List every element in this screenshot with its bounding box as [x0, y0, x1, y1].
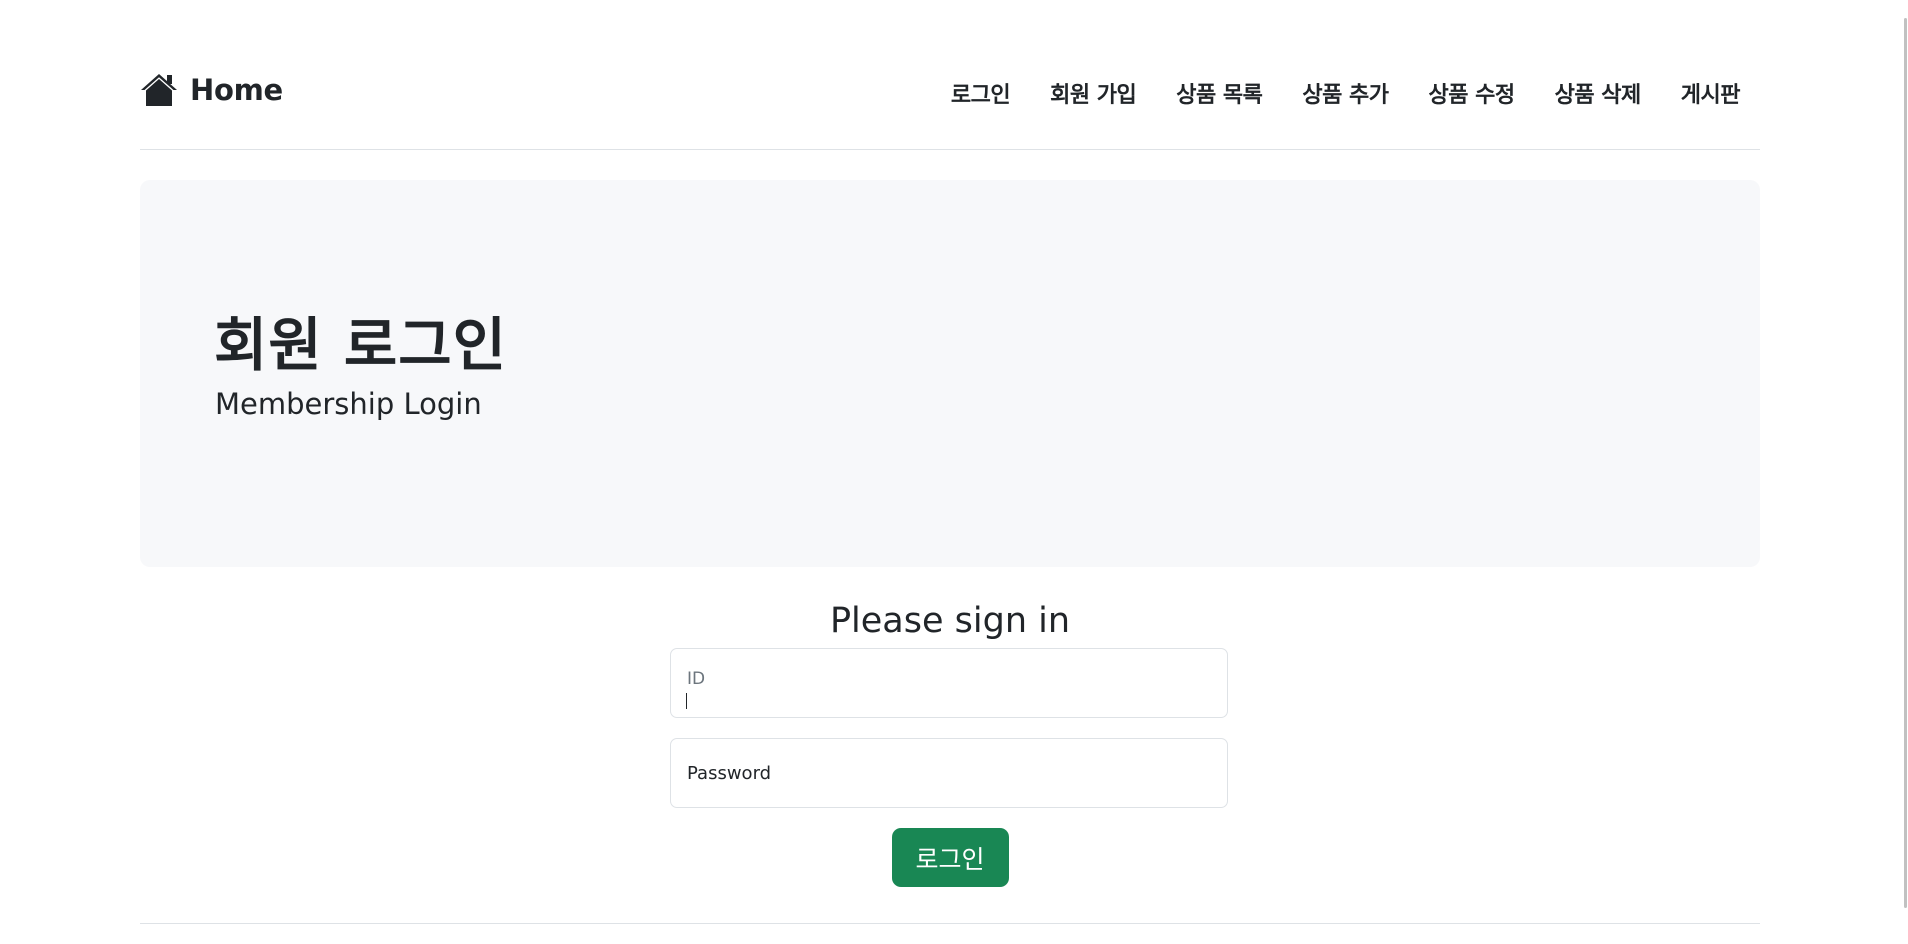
scrollbar-thumb[interactable]: [1904, 18, 1907, 908]
home-link[interactable]: Home: [140, 73, 283, 107]
id-field-label: ID: [687, 669, 706, 689]
brand-label: Home: [190, 73, 283, 107]
nav-signup[interactable]: 회원 가입: [1030, 77, 1156, 109]
hero-banner: 회원 로그인 Membership Login: [140, 180, 1760, 567]
page-subtitle: Membership Login: [215, 387, 482, 421]
id-field[interactable]: ID: [670, 648, 1228, 718]
nav-board[interactable]: 게시판: [1661, 77, 1741, 109]
nav-product-edit[interactable]: 상품 수정: [1409, 77, 1535, 109]
page: Home 로그인 회원 가입 상품 목록 상품 추가 상품 수정 상품 삭제 게…: [0, 0, 1908, 944]
nav-product-add[interactable]: 상품 추가: [1282, 77, 1408, 109]
nav-product-list[interactable]: 상품 목록: [1156, 77, 1282, 109]
footer-divider: [140, 923, 1760, 924]
password-field[interactable]: Password: [670, 738, 1228, 808]
password-field-label: Password: [687, 763, 772, 784]
nav-login[interactable]: 로그인: [931, 77, 1030, 109]
page-title: 회원 로그인: [214, 311, 507, 379]
site-header: Home 로그인 회원 가입 상품 목록 상품 추가 상품 수정 상품 삭제 게…: [140, 60, 1760, 150]
signin-heading: Please sign in: [829, 601, 1071, 641]
house-icon: [140, 73, 178, 107]
main-nav: 로그인 회원 가입 상품 목록 상품 추가 상품 수정 상품 삭제 게시판: [931, 77, 1741, 109]
nav-product-delete[interactable]: 상품 삭제: [1535, 77, 1661, 109]
login-button[interactable]: 로그인: [891, 828, 1009, 887]
signin-form: Please sign in ID Password 로그인: [670, 596, 1230, 887]
text-caret: [686, 693, 687, 709]
page-scrollbar[interactable]: [1902, 0, 1908, 944]
